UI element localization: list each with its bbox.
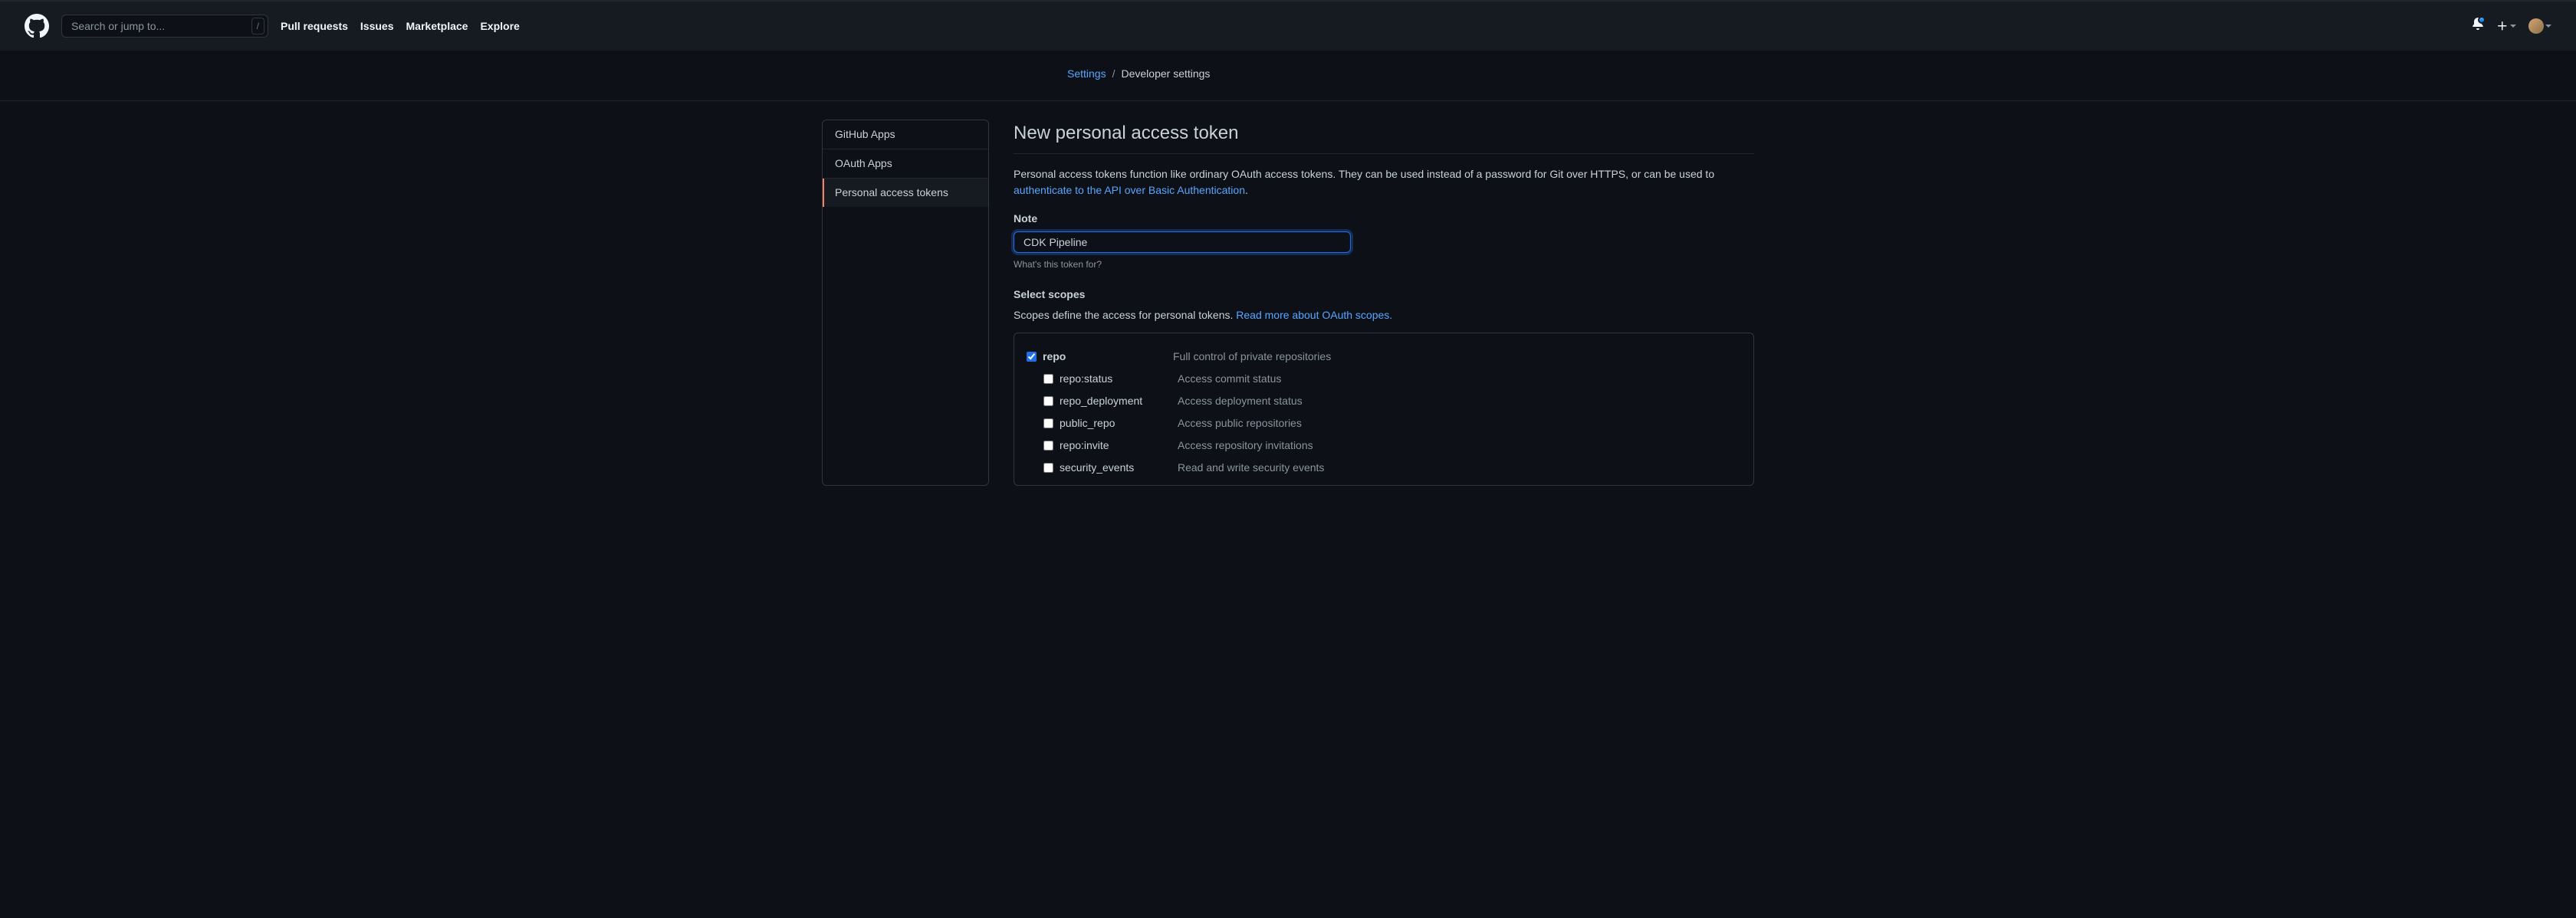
oauth-scopes-link[interactable]: Read more about OAuth scopes. <box>1236 309 1392 321</box>
notifications-button[interactable] <box>2472 18 2484 34</box>
nav-explore[interactable]: Explore <box>480 18 519 34</box>
nav-pull-requests[interactable]: Pull requests <box>281 18 348 34</box>
primary-nav-links: Pull requests Issues Marketplace Explore <box>281 18 520 34</box>
scope-description: Access repository invitations <box>1178 438 1313 454</box>
select-scopes-section: Select scopes Scopes define the access f… <box>1014 287 1754 486</box>
main-container: GitHub Apps OAuth Apps Personal access t… <box>797 101 1779 504</box>
top-right-icons <box>2472 18 2551 34</box>
scope-row-repo-invite: repo:invite Access repository invitation… <box>1027 434 1741 457</box>
global-search[interactable]: / <box>61 15 268 38</box>
caret-down-icon <box>2510 25 2516 28</box>
scope-name: repo:status <box>1060 371 1178 387</box>
plus-icon <box>2496 20 2509 32</box>
scope-row-public-repo: public_repo Access public repositories <box>1027 412 1741 434</box>
slash-shortcut-hint: / <box>251 18 264 34</box>
basic-auth-link[interactable]: authenticate to the API over Basic Authe… <box>1014 184 1245 196</box>
note-field-label: Note <box>1014 211 1754 227</box>
scope-checkbox-repo-invite[interactable] <box>1043 441 1053 451</box>
breadcrumb-current: Developer settings <box>1121 66 1210 82</box>
scope-row-repo-status: repo:status Access commit status <box>1027 368 1741 390</box>
scope-checkbox-repo-deployment[interactable] <box>1043 396 1053 406</box>
scope-name: repo <box>1043 349 1173 365</box>
scope-name: security_events <box>1060 460 1178 476</box>
github-logo-icon[interactable] <box>25 14 49 38</box>
scope-row-repo-deployment: repo_deployment Access deployment status <box>1027 390 1741 412</box>
main-content: New personal access token Personal acces… <box>1007 120 1754 486</box>
scope-row-security-events: security_events Read and write security … <box>1027 457 1741 479</box>
scope-name: repo_deployment <box>1060 393 1178 409</box>
notification-indicator-dot <box>2478 16 2486 24</box>
intro-text-prefix: Personal access tokens function like ord… <box>1014 168 1714 180</box>
note-hint: What's this token for? <box>1014 257 1754 271</box>
sidebar-item-personal-access-tokens[interactable]: Personal access tokens <box>823 179 988 207</box>
nav-marketplace[interactable]: Marketplace <box>406 18 468 34</box>
scope-name: repo:invite <box>1060 438 1178 454</box>
scope-name: public_repo <box>1060 415 1178 431</box>
top-navigation-bar: / Pull requests Issues Marketplace Explo… <box>0 0 2576 51</box>
page-title: New personal access token <box>1014 120 1754 154</box>
caret-down-icon <box>2545 25 2551 28</box>
scope-description: Access commit status <box>1178 371 1281 387</box>
breadcrumb-settings-link[interactable]: Settings <box>1067 66 1106 82</box>
nav-issues[interactable]: Issues <box>360 18 394 34</box>
scopes-intro: Scopes define the access for personal to… <box>1014 307 1754 323</box>
intro-paragraph: Personal access tokens function like ord… <box>1014 166 1754 198</box>
breadcrumb-separator: / <box>1112 66 1116 82</box>
settings-side-menu: GitHub Apps OAuth Apps Personal access t… <box>822 120 989 486</box>
sidebar-item-oauth-apps[interactable]: OAuth Apps <box>823 149 988 179</box>
scope-checkbox-public-repo[interactable] <box>1043 418 1053 428</box>
scope-description: Full control of private repositories <box>1173 349 1331 365</box>
scope-checkbox-repo[interactable] <box>1027 352 1037 362</box>
scopes-intro-text: Scopes define the access for personal to… <box>1014 309 1236 321</box>
intro-text-suffix: . <box>1245 184 1248 196</box>
scope-description: Access public repositories <box>1178 415 1302 431</box>
user-menu-dropdown[interactable] <box>2528 18 2551 34</box>
breadcrumb: Settings / Developer settings <box>797 51 1779 100</box>
create-new-dropdown[interactable] <box>2496 20 2516 32</box>
scope-description: Access deployment status <box>1178 393 1303 409</box>
scope-checkbox-repo-status[interactable] <box>1043 374 1053 384</box>
avatar <box>2528 18 2544 34</box>
scope-description: Read and write security events <box>1178 460 1324 476</box>
note-input[interactable] <box>1014 231 1351 253</box>
scope-row-repo: repo Full control of private repositorie… <box>1027 346 1741 368</box>
search-input[interactable] <box>71 15 251 37</box>
scopes-heading: Select scopes <box>1014 287 1754 303</box>
sidebar-item-github-apps[interactable]: GitHub Apps <box>823 120 988 149</box>
scopes-list: repo Full control of private repositorie… <box>1014 333 1754 486</box>
scope-checkbox-security-events[interactable] <box>1043 463 1053 473</box>
